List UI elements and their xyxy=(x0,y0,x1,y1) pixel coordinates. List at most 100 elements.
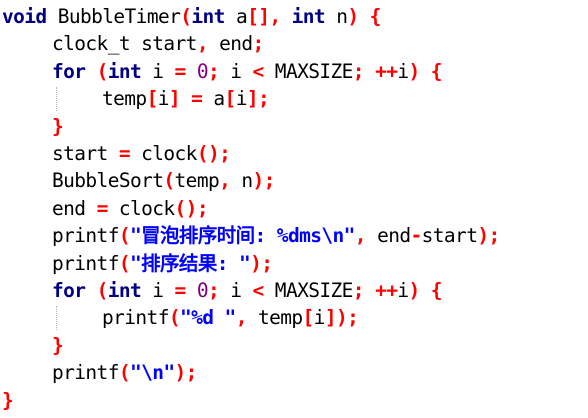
code-token: (); xyxy=(196,142,231,165)
code-token: MAXSIZE xyxy=(263,279,354,302)
code-token: { xyxy=(430,59,443,83)
code-line: printf("\n"); xyxy=(52,359,197,386)
code-token: [], xyxy=(247,5,281,28)
code-token: n xyxy=(325,5,348,28)
code-token: MAXSIZE xyxy=(263,59,354,83)
code-line: printf("冒泡排序时间: %dms\n", end-start); xyxy=(52,222,500,249)
code-token: temp xyxy=(246,306,303,330)
code-editor[interactable]: void BubbleTimer(int a[], int n) {clock_… xyxy=(0,0,588,418)
code-token: i xyxy=(157,87,170,111)
code-token: i xyxy=(141,59,175,83)
code-token: ) xyxy=(408,279,421,302)
code-line: } xyxy=(52,113,64,140)
code-token: BubbleTimer xyxy=(46,5,181,28)
code-token: int xyxy=(107,279,142,302)
code-token: i xyxy=(219,59,253,83)
code-token: ); xyxy=(174,361,198,385)
code-token: int xyxy=(191,5,225,28)
code-token: ++ xyxy=(375,279,398,302)
code-token: [ xyxy=(224,87,237,111)
code-token: "排序结果: " xyxy=(129,251,251,275)
code-token: clock_t start xyxy=(52,32,197,56)
code-token: end xyxy=(52,196,97,220)
code-token: BubbleSort xyxy=(52,169,164,193)
code-token: printf xyxy=(52,224,119,248)
code-token: , xyxy=(354,224,367,248)
code-token: = xyxy=(191,87,203,111)
code-token: } xyxy=(52,114,64,138)
code-token: end xyxy=(207,32,253,56)
code-token: [ xyxy=(302,306,315,330)
code-token: ) xyxy=(408,59,421,83)
code-token: = xyxy=(174,59,187,83)
code-token: ; xyxy=(352,59,365,83)
code-line: end = clock(); xyxy=(52,195,209,222)
code-token: i xyxy=(313,306,326,330)
code-token: ( xyxy=(118,361,131,385)
code-line: printf("排序结果: "); xyxy=(52,250,273,277)
code-token: i xyxy=(219,279,253,302)
code-token: start xyxy=(421,224,478,248)
code-line: void BubbleTimer(int a[], int n) { xyxy=(2,3,381,30)
code-token: temp xyxy=(102,87,147,111)
code-token: ); xyxy=(477,224,500,248)
code-token: i xyxy=(397,279,409,302)
code-token: 0 xyxy=(196,279,209,302)
code-token: end xyxy=(365,224,411,248)
code-token: i xyxy=(397,59,409,83)
code-token: printf xyxy=(52,361,119,385)
code-token: [ xyxy=(146,87,159,111)
code-token: ( xyxy=(96,279,109,302)
code-token: { xyxy=(369,5,382,28)
code-token: ); xyxy=(250,251,273,275)
code-line: } xyxy=(52,332,64,359)
code-token: ) xyxy=(347,5,359,28)
indent-guide xyxy=(56,87,57,111)
code-token: void xyxy=(2,5,47,28)
code-line: BubbleSort(temp, n); xyxy=(52,167,275,194)
code-token: start xyxy=(52,142,119,165)
code-token: < xyxy=(252,59,265,83)
code-token: = xyxy=(96,196,109,220)
code-token: ; xyxy=(207,59,220,83)
code-token: for xyxy=(52,279,86,302)
code-token: temp xyxy=(174,169,220,193)
code-token: ( xyxy=(96,59,109,83)
code-line: start = clock(); xyxy=(52,140,231,167)
code-token: ); xyxy=(252,169,276,193)
code-token: printf xyxy=(52,251,119,275)
code-token: a xyxy=(202,87,225,111)
code-token: , xyxy=(196,32,209,56)
code-token: "\n" xyxy=(129,361,175,385)
code-token: ( xyxy=(118,251,131,275)
code-token: (); xyxy=(174,196,209,220)
code-token: { xyxy=(430,279,443,302)
code-token: ( xyxy=(168,306,181,330)
code-token: clock xyxy=(129,142,197,165)
code-token: for xyxy=(52,59,86,83)
code-line: } xyxy=(2,387,14,414)
code-token: ; xyxy=(352,279,365,302)
code-token: a xyxy=(224,5,248,28)
code-token: ( xyxy=(163,169,175,193)
code-token: 0 xyxy=(196,59,209,83)
code-token: ++ xyxy=(375,59,398,83)
code-token: ] xyxy=(168,87,181,111)
code-token: } xyxy=(2,388,14,412)
code-token: - xyxy=(410,224,423,248)
code-token: ( xyxy=(118,224,131,248)
code-line: for (int i = 0; i < MAXSIZE; ++i) { xyxy=(52,277,443,304)
code-line: for (int i = 0; i < MAXSIZE; ++i) { xyxy=(52,58,443,85)
code-token: = xyxy=(118,142,131,165)
code-token: int xyxy=(107,59,142,83)
